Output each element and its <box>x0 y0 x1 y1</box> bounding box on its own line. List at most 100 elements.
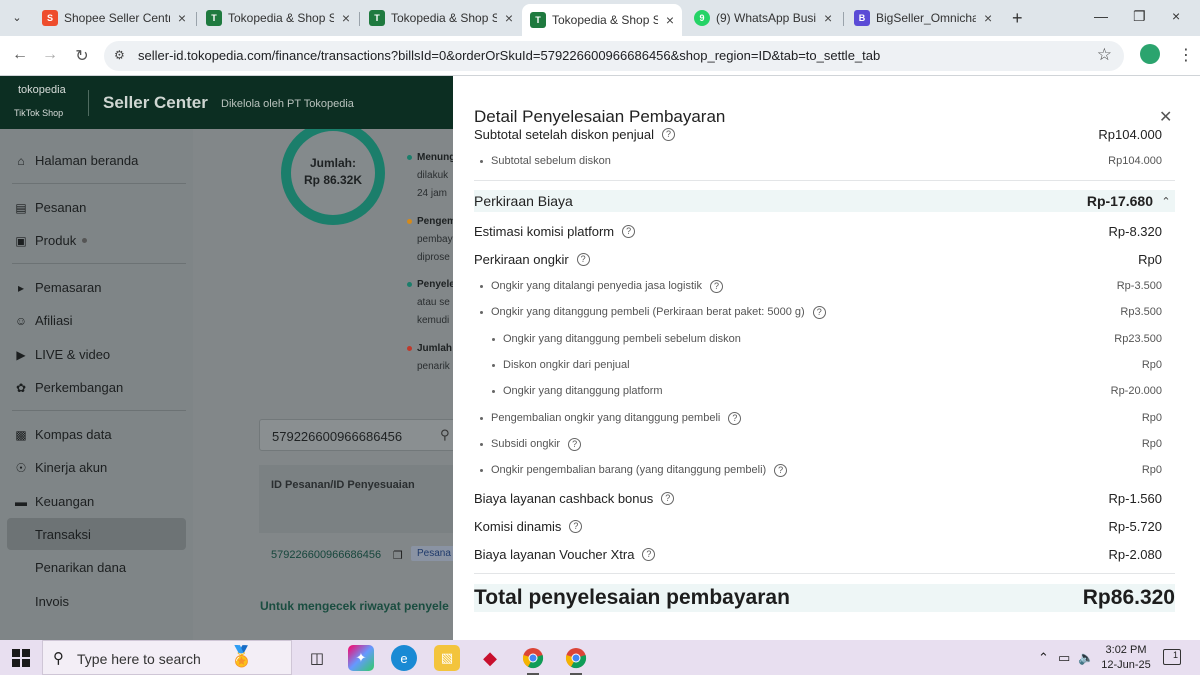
sidebar-item-label: Invois <box>35 594 69 609</box>
tab-tokopedia-2[interactable]: T Tokopedia & Shop Se × <box>361 4 521 32</box>
tab-title: Shopee Seller Centre <box>64 11 170 25</box>
search-placeholder[interactable]: Type here to search <box>77 651 201 667</box>
new-tab-icon[interactable]: + <box>1012 8 1023 29</box>
row-amount: Rp-1.560 <box>1108 490 1162 506</box>
label-text: Ongkir yang ditanggung platform <box>503 385 663 397</box>
tab-bigseller[interactable]: B BigSeller_Omnichann × <box>846 4 1006 32</box>
label-text: Subtotal setelah diskon penjual <box>474 126 654 142</box>
sidebar-item-orders[interactable]: ▤ Pesanan <box>14 200 86 215</box>
close-window-icon[interactable]: × <box>1172 8 1180 24</box>
sidebar-item-home[interactable]: ⌂ Halaman beranda <box>14 153 138 168</box>
settlement-history-link[interactable]: Untuk mengecek riwayat penyele <box>260 599 449 613</box>
taskbar-search-input[interactable]: ⚲ Type here to search 🏅 <box>42 640 292 675</box>
sidebar-item-invoice[interactable]: Invois <box>35 594 69 609</box>
chrome-profile-icon[interactable] <box>563 645 589 675</box>
label-text: Biaya layanan cashback bonus <box>474 490 654 506</box>
help-icon[interactable]: ? <box>569 519 583 533</box>
back-icon[interactable]: ← <box>10 46 30 64</box>
minimize-icon[interactable]: — <box>1094 8 1108 24</box>
row-label: Subsidi ongkir? <box>474 437 582 451</box>
users-icon: ☺ <box>14 313 28 328</box>
bookmark-star-icon[interactable]: ☆ <box>1097 45 1112 65</box>
url-text[interactable]: seller-id.tokopedia.com/finance/transact… <box>138 48 880 63</box>
system-clock[interactable]: 3:02 PM 12-Jun-25 <box>1100 643 1152 673</box>
help-icon[interactable]: ? <box>812 305 826 319</box>
estimated-fees-section[interactable]: Perkiraan Biaya Rp-17.680 ⌃ <box>474 190 1175 212</box>
sidebar-item-finance[interactable]: ▬ Keuangan <box>14 494 94 509</box>
legend-text: Menung <box>417 152 453 163</box>
legend-dot <box>407 282 412 287</box>
help-icon[interactable]: ? <box>728 411 742 425</box>
close-tab-icon[interactable]: × <box>666 12 674 28</box>
sidebar-item-withdrawal[interactable]: Penarikan dana <box>35 560 126 575</box>
copy-icon[interactable]: ❐ <box>393 549 403 562</box>
bullet <box>480 416 483 420</box>
search-icon: ⚲ <box>53 650 64 667</box>
help-icon[interactable]: ? <box>709 279 723 293</box>
sidebar-item-label: Afiliasi <box>35 313 73 328</box>
sidebar-item-transactions[interactable]: Transaksi <box>7 518 186 550</box>
app-icon[interactable]: ◆ <box>477 645 503 671</box>
tab-tokopedia-1[interactable]: T Tokopedia & Shop Se × <box>198 4 358 32</box>
windows-start-icon[interactable] <box>12 649 30 667</box>
legend-text: Pengem <box>417 216 453 227</box>
chrome-icon[interactable] <box>520 645 546 675</box>
help-icon[interactable]: ? <box>774 463 788 477</box>
sidebar-item-affiliate[interactable]: ☺ Afiliasi <box>14 313 73 328</box>
row-dynamic-commission: Komisi dinamis? Rp-5.720 <box>474 515 1175 537</box>
chevron-up-icon[interactable]: ⌃ <box>1157 195 1175 208</box>
divider <box>474 180 1175 181</box>
sidebar-item-label: Transaksi <box>35 526 91 542</box>
search-highlight-icon[interactable]: 🏅 <box>229 644 254 669</box>
close-tab-icon[interactable]: × <box>984 10 992 26</box>
top-header: tokopedia TikTok Shop Seller Center Dike… <box>0 76 453 129</box>
help-icon[interactable]: ? <box>576 252 590 266</box>
tab-tokopedia-active[interactable]: T Tokopedia & Shop Se × <box>522 4 682 36</box>
search-icon[interactable]: ⚲ <box>440 427 450 443</box>
sidebar-item-live-video[interactable]: ▶ LIVE & video <box>14 347 110 362</box>
volume-icon[interactable]: 🔈 <box>1078 650 1094 666</box>
site-info-icon[interactable]: ⚙ <box>114 48 130 64</box>
search-value[interactable]: 579226600966686456 <box>272 429 402 444</box>
legend-text: atau se <box>417 297 450 308</box>
order-id-link[interactable]: 579226600966686456 <box>271 549 381 561</box>
shopee-icon: S <box>42 10 58 26</box>
show-hidden-icons-chevron-icon[interactable]: ⌃ <box>1038 650 1049 666</box>
order-search-input[interactable]: 579226600966686456 ⚲ <box>259 419 453 451</box>
notifications-icon[interactable]: 1 <box>1163 649 1181 665</box>
network-icon[interactable]: ▭ <box>1058 650 1070 666</box>
video-icon: ▶ <box>16 347 26 362</box>
more-menu-icon[interactable]: ⋮ <box>1178 45 1194 65</box>
help-icon[interactable]: ? <box>642 547 656 561</box>
sidebar-item-marketing[interactable]: ▸ Pemasaran <box>14 280 102 295</box>
bullet <box>492 363 495 367</box>
forward-icon[interactable]: → <box>40 46 60 64</box>
donut-caption: Jumlah: <box>309 156 356 170</box>
tab-search-chevron-icon[interactable]: ⌄ <box>6 8 28 28</box>
file-explorer-icon[interactable]: ▧ <box>434 645 460 671</box>
restore-icon[interactable]: ❐ <box>1133 8 1146 25</box>
sidebar-item-data-compass[interactable]: ▩ Kompas data <box>14 427 111 442</box>
help-icon[interactable]: ? <box>661 127 675 141</box>
close-tab-icon[interactable]: × <box>505 10 513 26</box>
sidebar-item-growth[interactable]: ✿ Perkembangan <box>14 380 123 395</box>
task-view-icon[interactable]: ◫ <box>304 645 330 671</box>
close-tab-icon[interactable]: × <box>178 10 186 26</box>
close-tab-icon[interactable]: × <box>824 10 832 26</box>
sidebar-item-products[interactable]: ▣ Produk <box>14 233 88 248</box>
row-amount: Rp0 <box>1141 359 1162 371</box>
tab-whatsapp[interactable]: 9 (9) WhatsApp Busine × <box>686 4 841 32</box>
edge-icon[interactable]: e <box>391 645 417 671</box>
sidebar-item-account-performance[interactable]: ☉ Kinerja akun <box>14 460 108 475</box>
legend-dot <box>407 346 412 351</box>
reload-icon[interactable]: ↻ <box>72 46 92 66</box>
row-amount: Rp23.500 <box>1114 333 1162 345</box>
help-icon[interactable]: ? <box>661 491 675 505</box>
tab-shopee[interactable]: S Shopee Seller Centre × <box>34 4 194 32</box>
copilot-icon[interactable]: ✦ <box>348 645 374 671</box>
help-icon[interactable]: ? <box>622 224 636 238</box>
url-field[interactable]: ⚙ seller-id.tokopedia.com/finance/transa… <box>104 41 1124 71</box>
help-icon[interactable]: ? <box>568 437 582 451</box>
close-tab-icon[interactable]: × <box>342 10 350 26</box>
profile-avatar[interactable] <box>1140 44 1160 64</box>
